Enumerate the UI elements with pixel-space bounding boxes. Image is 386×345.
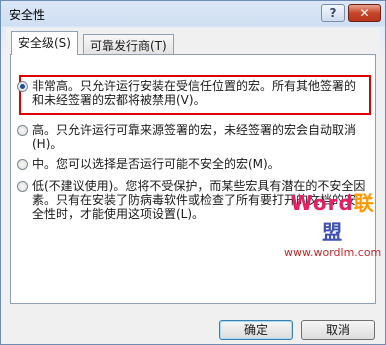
tab-trusted-publishers-label: 可靠发行商(T) [90, 39, 167, 53]
watermark-url: www.wordlm.com [284, 246, 382, 259]
security-dialog: 安全性 ? ✕ 安全级(S) 可靠发行商(T) 非常高。只允许运行安装在受信任位… [0, 0, 386, 345]
option-very-high-label: 非常高。只允许运行安装在受信任位置的宏。所有其他签署的和未经签署的宏都将被禁用(… [32, 79, 357, 107]
cancel-button[interactable]: 取消 [301, 320, 375, 340]
radio-medium[interactable] [17, 159, 28, 170]
option-medium[interactable]: 中。您可以选择是否运行可能不安全的宏(M)。 [17, 157, 367, 171]
radio-high[interactable] [17, 125, 28, 136]
tab-trusted-publishers[interactable]: 可靠发行商(T) [83, 34, 174, 54]
dialog-body: 安全级(S) 可靠发行商(T) 非常高。只允许运行安装在受信任位置的宏。所有其他… [6, 28, 381, 340]
help-button[interactable]: ? [321, 4, 345, 22]
radio-very-high[interactable] [17, 81, 28, 92]
tab-security-level-label: 安全级(S) [18, 36, 71, 50]
title-bar: 安全性 ? ✕ [1, 1, 385, 27]
option-very-high[interactable]: 非常高。只允许运行安装在受信任位置的宏。所有其他签署的和未经签署的宏都将被禁用(… [17, 79, 367, 107]
ok-button[interactable]: 确定 [219, 320, 293, 340]
option-high-label: 高。只允许运行可靠来源签署的宏，未经签署的宏会自动取消(H)。 [32, 123, 357, 151]
option-medium-label: 中。您可以选择是否运行可能不安全的宏(M)。 [32, 157, 280, 171]
close-button[interactable]: ✕ [348, 4, 381, 22]
option-high[interactable]: 高。只允许运行可靠来源签署的宏，未经签署的宏会自动取消(H)。 [17, 123, 367, 151]
watermark: Word联盟 www.wordlm.com [284, 187, 381, 259]
watermark-logo: Word联盟 [290, 191, 375, 244]
security-level-panel: 非常高。只允许运行安装在受信任位置的宏。所有其他签署的和未经签署的宏都将被禁用(… [10, 54, 381, 304]
dialog-title: 安全性 [9, 8, 46, 22]
tab-security-level[interactable]: 安全级(S) [11, 31, 78, 55]
radio-low[interactable] [17, 181, 28, 192]
